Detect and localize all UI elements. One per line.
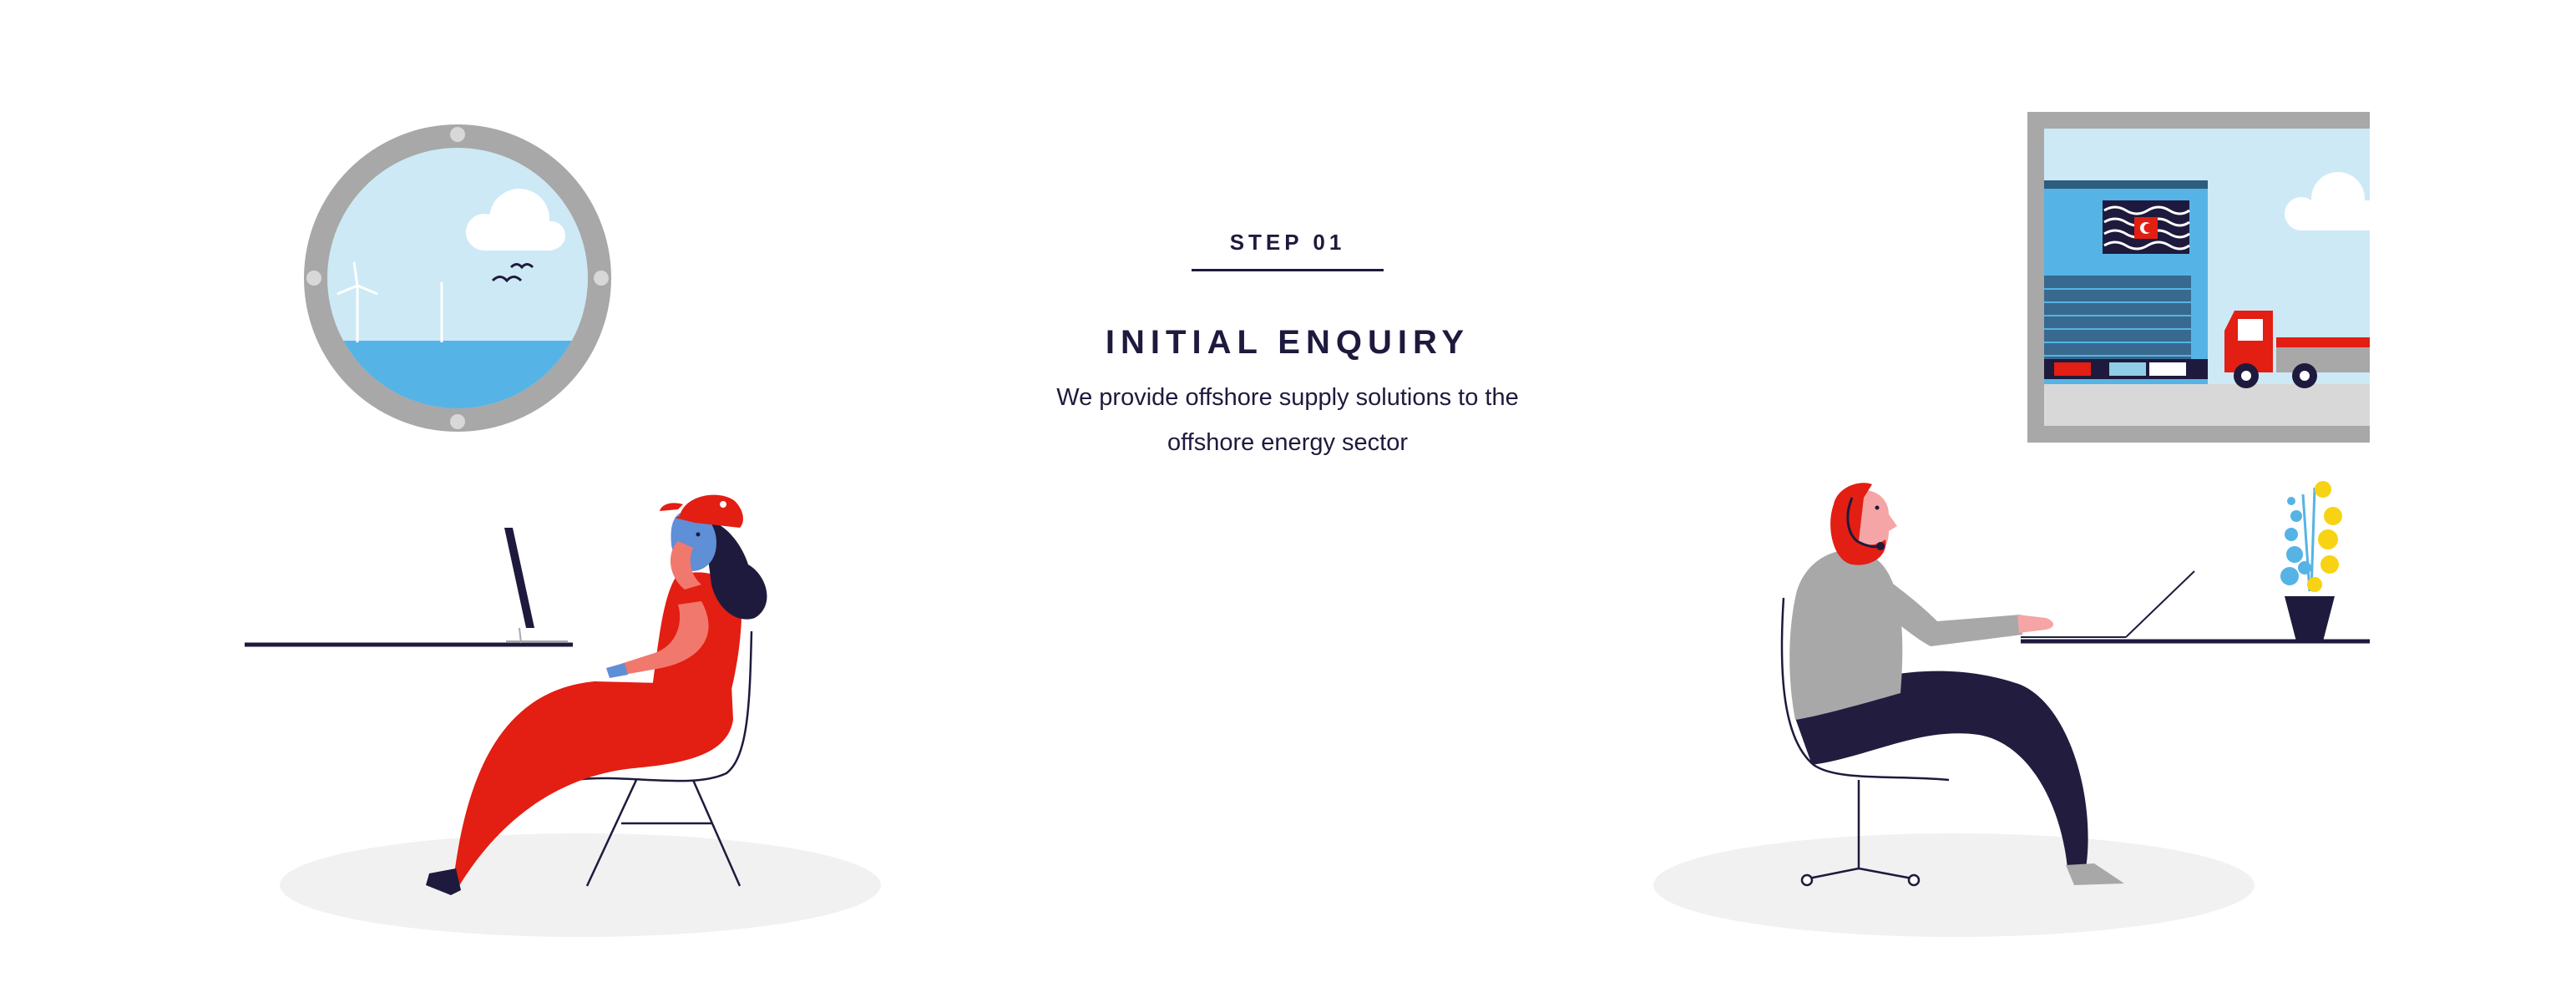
- man-with-headset-figure: [1789, 483, 2124, 885]
- porthole-window-icon: [304, 124, 611, 432]
- step-label: STEP 01: [1229, 230, 1346, 255]
- wavy-flag-icon: [2103, 200, 2190, 254]
- potted-plant-icon: [2280, 481, 2342, 641]
- man-hand: [2017, 615, 2053, 633]
- step-divider: [1192, 269, 1384, 271]
- warehouse-window: [2027, 112, 2370, 443]
- right-floor-shadow: [1653, 833, 2255, 937]
- woman-hand: [606, 663, 628, 678]
- step-description: We provide offshore supply solutions to …: [1056, 384, 1519, 456]
- left-scene: [245, 124, 881, 937]
- illustration-canvas: [245, 112, 2370, 937]
- page-title: INITIAL ENQUIRY: [1105, 324, 1470, 361]
- man-torso: [1789, 549, 1903, 720]
- step-intro: STEP 01 INITIAL ENQUIRY We provide offsh…: [954, 225, 1622, 465]
- laptop-icon: [504, 528, 568, 644]
- left-floor-shadow: [280, 833, 881, 937]
- right-scene: [1653, 112, 2370, 937]
